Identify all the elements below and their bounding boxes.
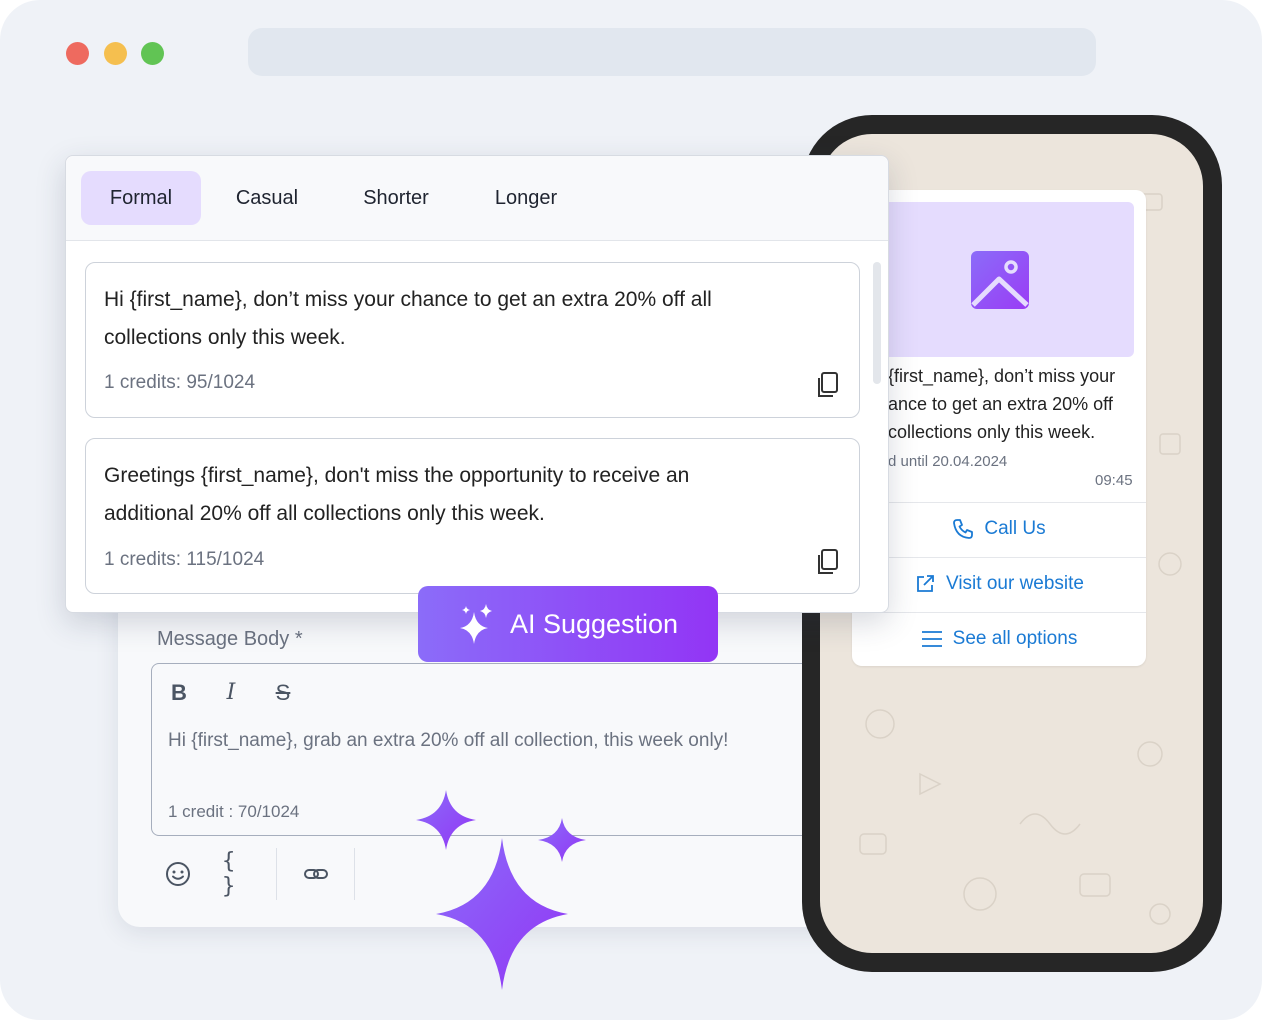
preview-text-line: collections only this week. [888, 422, 1096, 442]
media-placeholder [866, 202, 1134, 357]
link-icon[interactable] [300, 858, 332, 890]
ai-suggestion-button[interactable]: AI Suggestion [418, 586, 718, 662]
bold-button[interactable]: B [164, 680, 194, 706]
list-icon [921, 631, 942, 647]
italic-button[interactable]: I [216, 680, 246, 705]
visit-website-label: Visit our website [946, 573, 1084, 594]
browser-window: Message Body * B I S Hi {first_name}, gr… [0, 0, 1262, 1020]
close-window-dot[interactable] [66, 42, 89, 65]
preview-text-line: {first_name}, don’t miss your [888, 366, 1116, 386]
tab-formal[interactable]: Formal [81, 171, 201, 225]
message-credit-counter: 1 credit : 70/1024 [168, 802, 300, 821]
curly-braces-icon[interactable]: { } [222, 849, 254, 899]
see-all-options-label: See all options [952, 628, 1078, 649]
suggestion-credits: 1 credits: 95/1024 [104, 372, 256, 393]
toolbar-divider [276, 848, 277, 900]
sparkle-icon [436, 838, 568, 990]
see-all-options-button[interactable]: See all options [852, 612, 1146, 666]
message-body-label: Message Body * [157, 628, 303, 650]
preview-text-line: ance to get an extra 20% off [888, 394, 1113, 414]
suggestion-credits: 1 credits: 115/1024 [104, 549, 265, 570]
phone-icon [953, 519, 974, 539]
message-body-text[interactable]: Hi {first_name}, grab an extra 20% off a… [168, 730, 808, 752]
suggestion-text-line: Hi {first_name}, don’t miss your chance … [104, 288, 712, 311]
image-icon [971, 251, 1029, 309]
suggestions-scrollbar[interactable] [873, 262, 881, 384]
copy-icon[interactable] [816, 549, 840, 575]
suggestion-text-line: collections only this week. [104, 326, 346, 349]
call-us-label: Call Us [984, 518, 1046, 539]
call-us-button[interactable]: Call Us [852, 502, 1146, 556]
tab-casual[interactable]: Casual [210, 171, 324, 225]
strikethrough-button[interactable]: S [268, 680, 298, 706]
preview-timestamp: 09:45 [1095, 472, 1133, 489]
suggestion-text-line: Greetings {first_name}, don't miss the o… [104, 464, 690, 487]
tab-shorter[interactable]: Shorter [336, 171, 456, 225]
smiley-icon[interactable] [162, 858, 194, 890]
ai-suggestion-label: AI Suggestion [509, 608, 679, 639]
external-link-icon [917, 575, 934, 592]
copy-icon[interactable] [816, 372, 840, 398]
preview-validity: d until 20.04.2024 [888, 453, 1008, 470]
tab-longer[interactable]: Longer [466, 171, 586, 225]
maximize-window-dot[interactable] [141, 42, 164, 65]
suggestion-text-line: additional 20% off all collections only … [104, 502, 545, 525]
visit-website-button[interactable]: Visit our website [852, 557, 1146, 611]
toolbar-divider [354, 848, 355, 900]
sparkles-icon [459, 604, 492, 644]
minimize-window-dot[interactable] [104, 42, 127, 65]
address-bar[interactable] [248, 28, 1096, 76]
